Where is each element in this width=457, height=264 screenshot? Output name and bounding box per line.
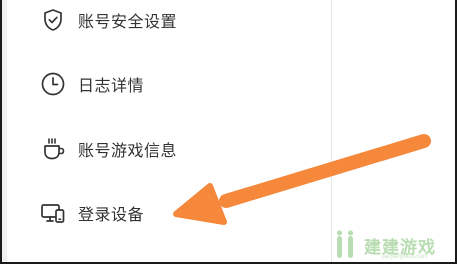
watermark-subtext: jianjianyouxi.com [382, 254, 428, 260]
watermark-logo [337, 230, 353, 258]
pointer-arrow [173, 134, 431, 225]
pointer-arrow-shape [173, 134, 431, 225]
